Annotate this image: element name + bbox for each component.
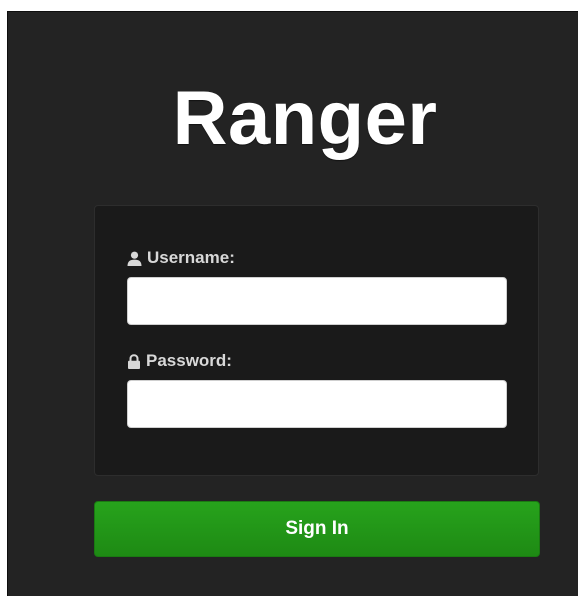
sign-in-button[interactable]: Sign In: [94, 501, 540, 557]
username-label: Username:: [127, 248, 235, 268]
password-input[interactable]: [127, 380, 507, 428]
password-label-text: Password:: [146, 351, 232, 370]
username-label-text: Username:: [147, 248, 235, 267]
login-panel: Ranger Username: Password: Sign In: [7, 11, 578, 596]
login-form: Username: Password:: [94, 205, 539, 476]
lock-icon: [127, 353, 141, 369]
brand-title: Ranger: [172, 76, 438, 161]
user-icon: [127, 251, 142, 266]
username-input[interactable]: [127, 277, 507, 325]
password-label: Password:: [127, 351, 232, 371]
